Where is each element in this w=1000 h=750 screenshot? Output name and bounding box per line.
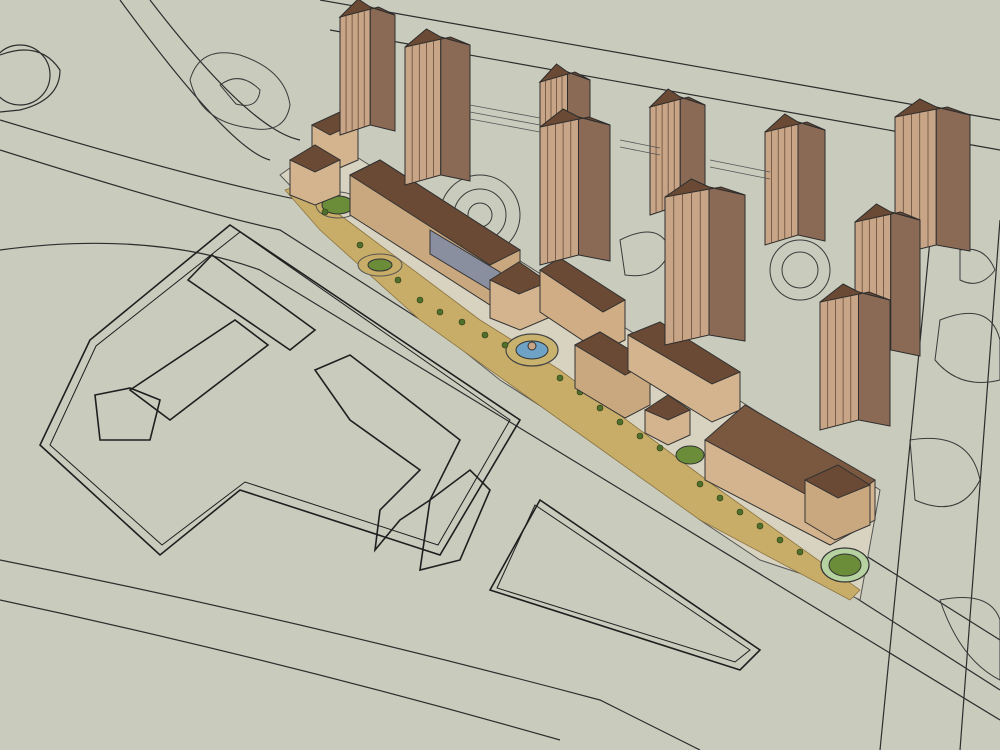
- tower-east-4[interactable]: [819, 283, 891, 431]
- tower-nw-2[interactable]: [404, 28, 471, 186]
- model-viewport[interactable]: [0, 0, 1000, 750]
- tower-center-2[interactable]: [539, 108, 611, 266]
- tower-mid-2[interactable]: [664, 178, 746, 346]
- parking-bands: [469, 104, 771, 180]
- tower-east-1[interactable]: [764, 113, 826, 246]
- tower-nw-1[interactable]: [338, 0, 396, 136]
- masterplan-scene[interactable]: [0, 0, 1000, 750]
